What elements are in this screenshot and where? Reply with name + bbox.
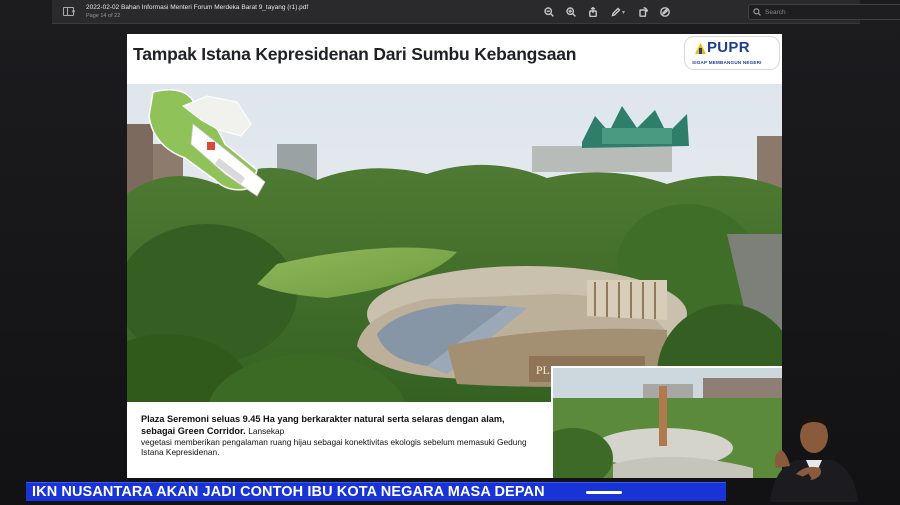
markup-pen-button[interactable]: ▾ (604, 3, 632, 21)
document-info: 2022-02-02 Bahan Informasi Menteri Forum… (86, 3, 308, 21)
pupr-emblem-icon (695, 43, 706, 54)
slide-title: Tampak Istana Kepresidenan Dari Sumbu Ke… (133, 44, 577, 64)
pupr-logo-tagline: SIGAP MEMBANGUN NEGERI (692, 60, 762, 65)
pupr-logo-text: PUPR (707, 39, 750, 56)
toolbar-tools: ▾ (538, 3, 676, 21)
share-button[interactable] (582, 3, 604, 21)
caption-heading-text: Plaza Seremoni seluas 9.45 Ha yang berka… (141, 414, 505, 436)
sidebar-toggle-button[interactable]: ▾ (58, 3, 80, 21)
share-icon (589, 7, 597, 17)
zoom-out-button[interactable] (538, 3, 560, 21)
video-frame: ▾ 2022-02-02 Bahan Informasi Menteri For… (0, 0, 900, 505)
caption-heading-tail: Lansekap (248, 425, 285, 436)
search-field[interactable] (748, 4, 900, 20)
search-input[interactable] (765, 8, 895, 16)
pupr-logo: PUPR SIGAP MEMBANGUN NEGERI (684, 36, 780, 70)
caption-heading: Plaza Seremoni seluas 9.45 Ha yang berka… (141, 414, 541, 437)
markup-toolbar-icon (660, 7, 670, 17)
markup-toolbar-button[interactable] (654, 3, 676, 21)
zoom-in-icon (566, 7, 576, 17)
document-title: 2022-02-02 Bahan Informasi Menteri Forum… (86, 3, 309, 11)
zoom-out-icon (544, 7, 554, 17)
zoom-in-button[interactable] (560, 3, 582, 21)
ticker-text: IKN NUSANTARA AKAN JADI CONTOH IBU KOTA … (32, 484, 545, 500)
markup-pen-icon (611, 7, 621, 17)
caption-body: vegetasi memberikan pengalaman ruang hij… (141, 437, 527, 457)
news-ticker: IKN NUSANTARA AKAN JADI CONTOH IBU KOTA … (26, 482, 726, 501)
sign-language-interpreter (766, 398, 862, 502)
ticker-progress-bar (586, 491, 622, 494)
chevron-down-icon: ▾ (621, 9, 625, 16)
inset-rendering-image (551, 366, 782, 478)
page-count: Page 14 of 22 (86, 12, 121, 19)
caption-box: Plaza Seremoni seluas 9.45 Ha yang berka… (127, 402, 551, 478)
site-plan-minimap (145, 84, 267, 210)
rotate-icon (639, 7, 648, 17)
rotate-button[interactable] (632, 3, 654, 21)
slide-page: PLAZA SEREMONI (127, 34, 782, 478)
search-icon (753, 8, 761, 16)
sidebar-icon (62, 7, 74, 16)
pdf-viewer-toolbar: ▾ 2022-02-02 Bahan Informasi Menteri For… (52, 0, 900, 24)
